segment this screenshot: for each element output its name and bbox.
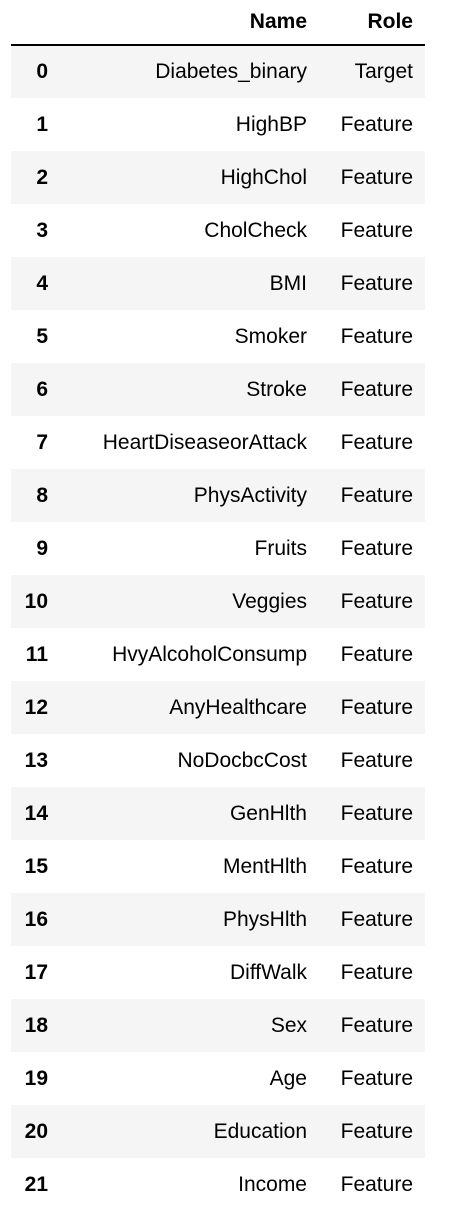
table-body: 0 Diabetes_binary Target 1 HighBP Feature 2 Hig… [11,45,425,1211]
dataframe-table: Name Role 0 Diabetes_binary Target 1 HighBP F… [11,0,425,1211]
cell-role: Feature [340,748,413,772]
cell-role: Feature [340,801,413,825]
row-index: 12 [24,695,48,719]
row-index: 16 [24,907,48,931]
row-index: 11 [25,642,48,666]
cell-role: Feature [340,112,413,136]
cell-role: Feature [340,271,413,295]
cell-name: GenHlth [229,801,307,825]
cell-name: MentHlth [222,854,307,878]
table-row: 11 HvyAlcoholConsump Feature [11,628,425,681]
cell-role: Target [354,60,413,83]
table-header: Name Role [11,0,425,46]
cell-role: Feature [340,165,413,189]
cell-name: CholCheck [204,218,307,242]
cell-name: HighChol [220,165,307,189]
table-row: 21 Income Feature [11,1158,425,1211]
table-row: 4 BMI Feature [11,257,425,310]
cell-role: Feature [340,642,413,666]
cell-role: Feature [340,1172,413,1196]
cell-role: Feature [340,854,413,878]
row-index: 10 [24,589,48,613]
cell-role: Feature [340,377,413,401]
row-index: 20 [24,1119,48,1143]
table-row: 13 NoDocbcCost Feature [11,734,425,787]
row-index: 1 [36,112,48,136]
row-index: 5 [36,324,48,348]
row-index: 2 [36,165,48,189]
row-index: 17 [24,960,48,984]
cell-name: HvyAlcoholConsump [112,642,307,666]
cell-role: Feature [340,218,413,242]
row-index: 0 [36,60,48,83]
column-header-role: Role [319,0,425,46]
table-row: 6 Stroke Feature [11,363,425,416]
row-index: 21 [24,1172,48,1196]
cell-role: Feature [340,960,413,984]
cell-name: Veggies [232,589,307,613]
table-row: 2 HighChol Feature [11,151,425,204]
cell-role: Feature [340,430,413,454]
table-row: 0 Diabetes_binary Target [11,45,425,98]
row-index: 19 [24,1066,48,1090]
row-index: 18 [24,1013,48,1037]
row-index: 14 [24,801,48,825]
index-header [11,0,61,46]
cell-role: Feature [340,536,413,560]
row-index: 13 [24,748,48,772]
table-row: 5 Smoker Feature [11,310,425,363]
table-row: 17 DiffWalk Feature [11,946,425,999]
cell-role: Feature [340,324,413,348]
cell-role: Feature [340,1066,413,1090]
row-index: 6 [36,377,48,401]
row-index: 9 [36,536,48,560]
cell-name: Education [213,1119,307,1143]
cell-name: AnyHealthcare [169,695,307,719]
cell-role: Feature [340,907,413,931]
table-row: 16 PhysHlth Feature [11,893,425,946]
table-row: 1 HighBP Feature [11,98,425,151]
table-row: 8 PhysActivity Feature [11,469,425,522]
cell-role: Feature [340,1119,413,1143]
cell-name: Stroke [246,377,307,401]
table-row: 7 HeartDiseaseorAttack Feature [11,416,425,469]
table-row: 15 MentHlth Feature [11,840,425,893]
table-row: 9 Fruits Feature [11,522,425,575]
table-row: 18 Sex Feature [11,999,425,1052]
cell-name: BMI [269,271,307,295]
cell-role: Feature [340,589,413,613]
table-row: 20 Education Feature [11,1105,425,1158]
cell-name: HeartDiseaseorAttack [102,430,307,454]
cell-role: Feature [340,695,413,719]
table-row: 3 CholCheck Feature [11,204,425,257]
table-row: 10 Veggies Feature [11,575,425,628]
cell-name: Smoker [234,324,307,348]
row-index: 15 [24,854,48,878]
cell-name: DiffWalk [229,960,307,984]
row-index: 4 [36,271,48,295]
cell-name: PhysActivity [193,483,307,507]
cell-name: PhysHlth [222,907,307,931]
table-row: 12 AnyHealthcare Feature [11,681,425,734]
cell-name: NoDocbcCost [177,748,307,772]
row-index: 7 [36,430,48,454]
cell-role: Feature [340,483,413,507]
row-index: 3 [36,218,48,242]
cell-role: Feature [340,1013,413,1037]
header-row: Name Role [11,0,425,46]
row-index: 8 [36,483,48,507]
cell-name: Diabetes_binary [155,60,307,83]
cell-name: Income [238,1172,307,1196]
column-header-name: Name [61,0,319,46]
cell-name: Age [269,1066,307,1090]
cell-name: Fruits [254,536,308,560]
cell-name: HighBP [235,112,307,136]
table-row: 19 Age Feature [11,1052,425,1105]
cell-name: Sex [270,1013,307,1037]
table-row: 14 GenHlth Feature [11,787,425,840]
